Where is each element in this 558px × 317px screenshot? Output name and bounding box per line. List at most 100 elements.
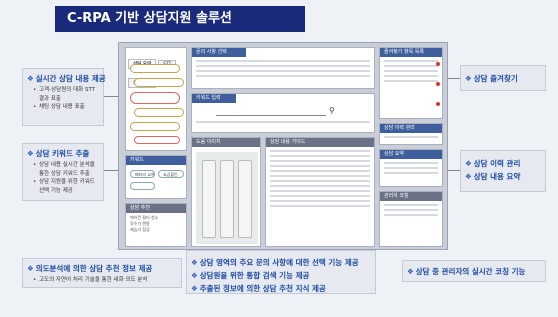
list-item: 고객-상담원의 대화 STT 결과 표출 <box>33 86 99 103</box>
recommend-panel-title: 상담 추천 <box>126 204 186 213</box>
remote-image <box>202 160 216 238</box>
text-line <box>270 195 370 197</box>
callout-realtime: ❖실시간 상담 내용 제공 고객-상담원의 대화 STT 결과 표출 채팅 상담… <box>22 68 106 126</box>
recommend-item[interactable]: 제습기 점검 <box>126 227 186 233</box>
inquiry-panel: 문의 사항 선택 <box>191 47 375 89</box>
callout-realtime-head: ❖ 실시간 상담 내용 제공 <box>27 74 106 83</box>
chat-bubble <box>130 122 180 131</box>
callout-memo-item-1: ❖ 상담 이력 관리 <box>465 159 521 168</box>
text-line <box>384 162 438 164</box>
text-line <box>384 204 438 206</box>
callout-intent-head: ❖ 의도분석에 의한 상담 추천 정보 제공 <box>27 264 153 273</box>
text-line <box>270 175 370 177</box>
guide-title: 상담 내용 가이드 <box>266 138 374 147</box>
search-input[interactable] <box>216 108 326 116</box>
chat-bubble <box>134 136 180 144</box>
diamond-icon: ❖ <box>27 264 34 273</box>
text-line <box>270 185 370 187</box>
favorites-panel: 즐겨찾기 항목 목록 <box>379 47 443 119</box>
chat-bubble <box>134 108 184 117</box>
divider <box>196 60 370 62</box>
text-line <box>270 205 370 207</box>
summary-title: 상담 요약 <box>380 150 442 159</box>
text-line <box>270 180 370 182</box>
text-line <box>384 60 438 62</box>
callout-center-item-2: ❖ 상담원을 위한 통합 검색 기능 제공 <box>191 271 310 280</box>
diamond-icon: ❖ <box>465 159 472 168</box>
keyword-chip[interactable]: 요금할인 <box>158 170 184 178</box>
app-screenshot: 상담 요약STT채팅 상담 키워드 배터리 교체 요금할인 상담 추천 에어컨 … <box>118 42 448 250</box>
chat-bubble <box>134 78 184 87</box>
text-line <box>384 172 438 174</box>
text-line <box>270 200 370 202</box>
text-line <box>384 70 438 72</box>
title-banner: C-RPA 기반 상담지원 솔루션 <box>55 6 305 32</box>
callout-center: ❖ 상담 영역의 주요 문의 사항에 대한 선택 기능 제공 ❖ 상담원을 위한 통… <box>186 250 376 294</box>
divider <box>196 65 370 67</box>
callout-coaching-head: ❖ 상담 중 관리자의 실시간 코칭 기능 <box>407 267 526 276</box>
history-title: 상담 이력 관리 <box>380 124 442 133</box>
conversation-panel: 상담 요약STT채팅 상담 <box>125 47 187 151</box>
diamond-icon: ❖ <box>191 258 198 267</box>
text-line <box>384 75 438 77</box>
search-panel-title: 키워드 입력 <box>192 94 236 103</box>
help-image-panel: 도움 이미지 <box>191 137 261 247</box>
diamond-icon: ❖ <box>27 149 34 158</box>
list-item: 상담 내용 실시간 분석을 통한 상담 키워드 추출 <box>33 161 99 178</box>
callout-coaching: ❖ 상담 중 관리자의 실시간 코칭 기능 <box>402 260 546 282</box>
text-line <box>384 167 438 169</box>
text-line <box>384 214 438 216</box>
diamond-icon: ❖ <box>27 74 34 83</box>
text-line <box>270 155 370 157</box>
text-line <box>384 80 438 82</box>
divider <box>196 121 370 123</box>
text-line <box>270 190 370 192</box>
list-item: 상담 지원을 위한 키워드 선택 기능 제공 <box>33 178 99 195</box>
text-line <box>384 209 438 211</box>
callout-memo-item-2: ❖ 상담 내용 요약 <box>465 172 521 181</box>
chat-bubble <box>130 64 180 73</box>
divider <box>196 75 370 77</box>
coaching-panel: 관리자 코칭 <box>379 191 443 247</box>
guide-panel: 상담 내용 가이드 <box>265 137 375 247</box>
callout-center-item-3: ❖ 추출된 정보에 의한 상담 추천 지식 제공 <box>191 284 326 293</box>
help-image-title: 도움 이미지 <box>192 138 260 147</box>
summary-panel: 상담 요약 <box>379 149 443 187</box>
divider <box>196 70 370 72</box>
diamond-icon: ❖ <box>465 172 472 181</box>
text-line <box>270 170 370 172</box>
inquiry-panel-title: 문의 사항 선택 <box>192 48 246 57</box>
coaching-title: 관리자 코칭 <box>380 192 442 201</box>
chat-bubble <box>130 92 180 104</box>
text-line <box>384 136 438 138</box>
remote-image <box>238 160 252 238</box>
callout-keyword: ❖상담 키워드 추출 상담 내용 실시간 분석을 통한 상담 키워드 추출 상담… <box>22 143 104 201</box>
remote-image <box>220 160 234 238</box>
search-panel: 키워드 입력 ⚲ <box>191 93 375 133</box>
callout-favorites: ❖ 상담 즐겨찾기 <box>460 65 546 91</box>
text-line <box>384 65 438 67</box>
favorites-title: 즐겨찾기 항목 목록 <box>380 48 442 57</box>
text-line <box>270 150 370 152</box>
callout-intent: ❖의도분석에 의한 상담 추천 정보 제공 고도의 자연어 처리 기술을 통한 … <box>22 258 182 288</box>
alert-dot-icon <box>436 62 440 66</box>
keyword-chip[interactable] <box>130 182 155 190</box>
recommend-item[interactable]: 에어컨 필터 청소 <box>126 213 186 221</box>
search-icon[interactable]: ⚲ <box>329 106 335 115</box>
page-title: C-RPA 기반 상담지원 솔루션 <box>67 11 232 26</box>
connector-line <box>104 170 118 171</box>
diamond-icon: ❖ <box>407 267 414 276</box>
keyword-chip[interactable]: 배터리 교체 <box>130 170 155 178</box>
callout-favorites-head: ❖ 상담 즐겨찾기 <box>465 74 518 83</box>
keyword-panel-title: 키워드 <box>126 156 186 165</box>
diamond-icon: ❖ <box>465 74 472 83</box>
alert-dot-icon <box>436 102 440 106</box>
list-item: 고도의 자연어 처리 기술을 통한 내화 의도 분석 <box>33 276 177 285</box>
history-panel: 상담 이력 관리 <box>379 123 443 145</box>
text-line <box>270 165 370 167</box>
diamond-icon: ❖ <box>191 271 198 280</box>
callout-keyword-head: ❖ 상담 키워드 추출 <box>27 149 90 158</box>
product-image <box>196 152 258 244</box>
list-item: 채팅 상담 내용 표출 <box>33 103 99 112</box>
callout-memo: ❖ 상담 이력 관리 ❖ 상담 내용 요약 <box>460 150 546 192</box>
